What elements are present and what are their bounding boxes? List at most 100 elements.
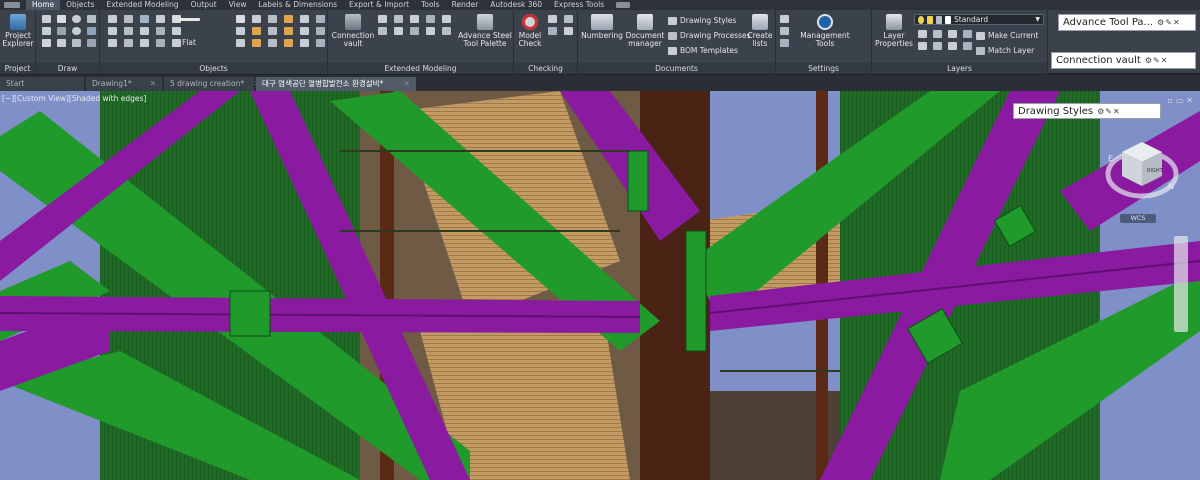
close-icon[interactable]: ✕	[404, 77, 410, 91]
palette-controls-icon[interactable]: ⚙✎✕	[1145, 56, 1169, 65]
weld-icon[interactable]	[140, 27, 149, 35]
connection-icon-3[interactable]	[410, 15, 419, 23]
clash-icon[interactable]	[548, 15, 557, 23]
connection-icon-9[interactable]	[426, 27, 435, 35]
stair-icon[interactable]	[236, 39, 245, 47]
hole-icon[interactable]	[172, 39, 181, 47]
tab-export-import[interactable]: Export & Import	[343, 0, 415, 10]
numbering-button[interactable]: Numbering	[581, 14, 623, 40]
navigation-bar[interactable]	[1174, 236, 1188, 332]
check-icon[interactable]	[548, 27, 557, 35]
model-check-button[interactable]: Model Check	[516, 14, 544, 48]
circle-icon[interactable]	[72, 15, 81, 23]
doc-tab-active[interactable]: 대구 염색공단 열병합발전소 환경설비* ✕	[256, 77, 416, 91]
layer-tool-icon-3[interactable]	[948, 30, 957, 38]
doc-tab-start[interactable]: Start	[0, 77, 84, 91]
sheet-icon[interactable]	[284, 27, 293, 35]
cope-icon[interactable]	[140, 39, 149, 47]
layer-tool-icon-5[interactable]	[918, 42, 927, 50]
rail-icon[interactable]	[252, 39, 261, 47]
create-lists-button[interactable]: Create lists	[746, 14, 774, 48]
polygon-icon[interactable]	[42, 39, 51, 47]
truss-icon[interactable]	[300, 39, 309, 47]
column-icon[interactable]	[108, 15, 117, 23]
close-icon[interactable]: ✕	[150, 77, 156, 91]
drawing-styles-button[interactable]: Drawing Styles	[668, 16, 736, 25]
tab-render[interactable]: Render	[446, 0, 485, 10]
drawing-styles-palette[interactable]: Drawing Styles ⚙✎✕	[1013, 103, 1161, 119]
bend-icon[interactable]	[252, 27, 261, 35]
document-manager-button[interactable]: Document manager	[624, 14, 666, 48]
tab-extended-modeling[interactable]: Extended Modeling	[101, 0, 185, 10]
advance-tool-palette[interactable]: Advance Tool Pa... ⚙✎✕	[1058, 14, 1196, 31]
layer-tool-icon-6[interactable]	[933, 42, 942, 50]
features-icon[interactable]	[300, 15, 309, 23]
layer-tool-icon-4[interactable]	[963, 30, 972, 38]
curved-beam-icon[interactable]	[140, 15, 149, 23]
shorten-icon[interactable]	[124, 39, 133, 47]
notch-icon[interactable]	[156, 39, 165, 47]
pattern-icon[interactable]	[316, 15, 325, 23]
advance-steel-tool-palette-button[interactable]: Advance Steel Tool Palette	[458, 14, 512, 48]
viewport-controls-label[interactable]: [−][Custom View][Shaded with edges]	[0, 94, 146, 104]
point-icon[interactable]	[87, 39, 96, 47]
unfold-icon[interactable]	[268, 27, 277, 35]
connection-icon-2[interactable]	[394, 15, 403, 23]
model-viewport[interactable]	[0, 91, 1200, 480]
doc-tab-5-drawing-creation[interactable]: 5 drawing creation*✕	[164, 77, 260, 91]
beam-icon[interactable]	[124, 15, 133, 23]
viewcube[interactable]: RIGHT E N	[1104, 128, 1180, 210]
connection-vault-button[interactable]: Connection vault	[332, 14, 374, 48]
drawing-processes-button[interactable]: Drawing Processes	[668, 31, 751, 40]
layer-tool-icon-8[interactable]	[963, 42, 972, 50]
layer-combo[interactable]: Standard ▼	[914, 14, 1044, 25]
settings-small-icon-1[interactable]	[780, 15, 789, 23]
viewport-window-controls[interactable]: ▫▭✕	[1167, 96, 1196, 105]
make-current-button[interactable]: Make Current	[976, 31, 1038, 40]
fold-icon[interactable]	[236, 27, 245, 35]
spline-icon[interactable]	[72, 39, 81, 47]
ribbon-options-icon[interactable]	[616, 2, 631, 8]
wcs-menu[interactable]: WCS	[1120, 214, 1156, 223]
tab-express-tools[interactable]: Express Tools	[548, 0, 610, 10]
cut-icon[interactable]	[108, 39, 117, 47]
plate-split-icon[interactable]	[252, 15, 261, 23]
flat-profile-row[interactable]	[178, 18, 200, 21]
connection-icon-5[interactable]	[442, 15, 451, 23]
connection-vault-palette[interactable]: Connection vault ⚙✎✕	[1051, 52, 1196, 69]
layer-tool-icon-1[interactable]	[918, 30, 927, 38]
settings-small-icon-2[interactable]	[780, 27, 789, 35]
plate-merge-icon[interactable]	[268, 15, 277, 23]
connection-icon-8[interactable]	[410, 27, 419, 35]
cage-icon[interactable]	[268, 39, 277, 47]
layer-properties-button[interactable]: Layer Properties	[874, 14, 914, 48]
region-icon[interactable]	[57, 39, 66, 47]
tab-home[interactable]: Home	[26, 0, 61, 10]
rectangle-icon[interactable]	[42, 27, 51, 35]
tab-view[interactable]: View	[223, 0, 253, 10]
match-layer-button[interactable]: Match Layer	[976, 46, 1034, 55]
grating-icon[interactable]	[284, 39, 293, 47]
audit-icon[interactable]	[564, 15, 573, 23]
plate-tool-icon[interactable]	[236, 15, 245, 23]
hatch-icon[interactable]	[87, 27, 96, 35]
tab-objects[interactable]: Objects	[60, 0, 100, 10]
doc-tab-drawing1[interactable]: Drawing1* ✕	[86, 77, 162, 91]
tab-autodesk-360[interactable]: Autodesk 360	[484, 0, 548, 10]
connection-icon-10[interactable]	[442, 27, 451, 35]
project-explorer-button[interactable]: Project Explorer	[2, 14, 34, 48]
poly-beam-icon[interactable]	[156, 15, 165, 23]
layer-tool-icon-2[interactable]	[933, 30, 942, 38]
anchor-icon[interactable]	[156, 27, 165, 35]
tab-labels-dimensions[interactable]: Labels & Dimensions	[253, 0, 344, 10]
marked-icon[interactable]	[564, 27, 573, 35]
settings-small-icon-3[interactable]	[780, 39, 789, 47]
tab-output[interactable]: Output	[185, 0, 223, 10]
management-tools-button[interactable]: Management Tools	[796, 14, 854, 48]
frame-icon[interactable]	[316, 39, 325, 47]
bolts-icon[interactable]	[124, 27, 133, 35]
flange-icon[interactable]	[300, 27, 309, 35]
polyline-icon[interactable]	[42, 15, 51, 23]
ellipse-icon[interactable]	[72, 27, 81, 35]
connection-icon-1[interactable]	[378, 15, 387, 23]
